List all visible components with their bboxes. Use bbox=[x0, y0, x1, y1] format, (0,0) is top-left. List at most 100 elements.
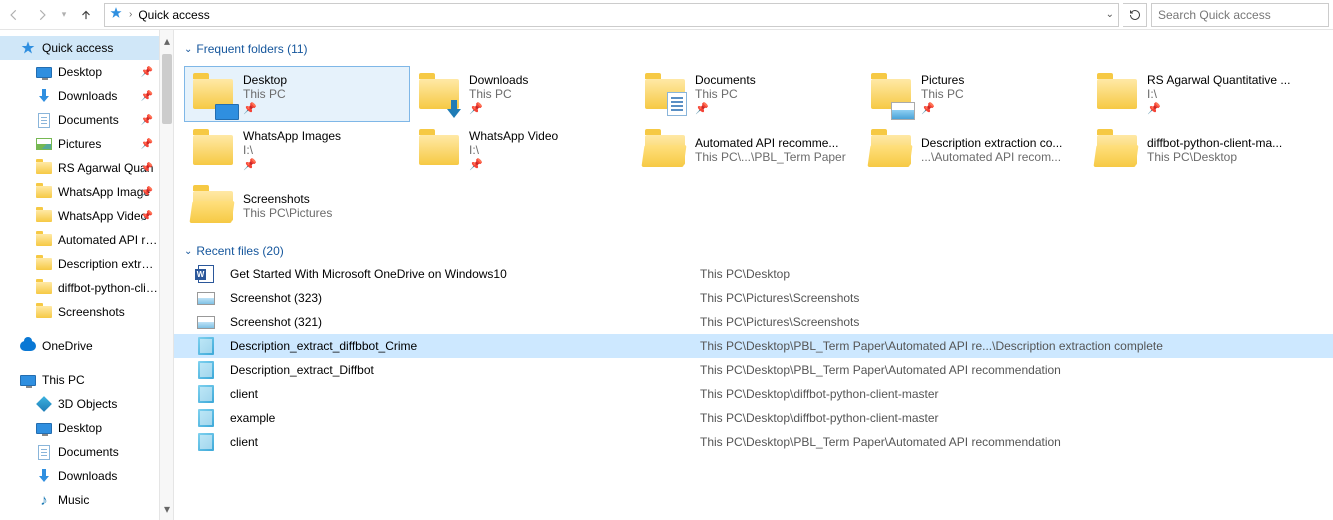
sidebar-thispc-item[interactable]: Documents bbox=[0, 440, 159, 464]
folder-name: Pictures bbox=[921, 73, 964, 87]
address-bar[interactable]: › Quick access ⌄ bbox=[104, 3, 1119, 27]
3d-icon bbox=[36, 396, 52, 412]
sidebar-item-label: diffbot-python-clien bbox=[58, 281, 159, 295]
section-title: Recent files (20) bbox=[196, 244, 283, 258]
sidebar-this-pc[interactable]: This PC bbox=[0, 368, 159, 392]
file-name: Description_extract_diffbbot_Crime bbox=[230, 339, 700, 353]
sidebar-item-label: Downloads bbox=[58, 89, 117, 103]
nav-back-button[interactable] bbox=[0, 1, 28, 29]
folder-icon bbox=[417, 128, 461, 172]
pin-icon: 📌 bbox=[141, 67, 153, 78]
sidebar-pinned-item[interactable]: RS Agarwal Quan📌 bbox=[0, 156, 159, 180]
file-type-icon bbox=[196, 336, 216, 356]
sidebar-thispc-item[interactable]: ♪Music bbox=[0, 488, 159, 512]
folder-icon bbox=[643, 128, 687, 172]
recent-file-row[interactable]: Get Started With Microsoft OneDrive on W… bbox=[174, 262, 1333, 286]
folder-tile[interactable]: DocumentsThis PC📌 bbox=[636, 66, 862, 122]
pin-icon: 📌 bbox=[469, 158, 558, 171]
folder-location: This PC\...\PBL_Term Paper bbox=[695, 150, 846, 164]
file-name: Get Started With Microsoft OneDrive on W… bbox=[230, 267, 700, 281]
scroll-down-icon[interactable]: ▾ bbox=[160, 502, 174, 516]
folder-tile[interactable]: WhatsApp ImagesI:\📌 bbox=[184, 122, 410, 178]
folder-icon bbox=[36, 304, 52, 320]
sidebar-quick-access[interactable]: Quick access bbox=[0, 36, 159, 60]
scroll-up-icon[interactable]: ▴ bbox=[160, 34, 174, 48]
folder-name: WhatsApp Video bbox=[469, 129, 558, 143]
folder-name: diffbot-python-client-ma... bbox=[1147, 136, 1282, 150]
file-path: This PC\Desktop\PBL_Term Paper\Automated… bbox=[700, 435, 1061, 449]
file-name: client bbox=[230, 387, 700, 401]
pin-icon: 📌 bbox=[141, 139, 153, 150]
refresh-button[interactable] bbox=[1123, 3, 1147, 27]
folder-tile[interactable]: WhatsApp VideoI:\📌 bbox=[410, 122, 636, 178]
nav-recent-dropdown[interactable]: ▾ bbox=[56, 1, 72, 29]
sidebar-pinned-item[interactable]: Downloads📌 bbox=[0, 84, 159, 108]
recent-file-row[interactable]: Screenshot (323)This PC\Pictures\Screens… bbox=[174, 286, 1333, 310]
search-placeholder: Search Quick access bbox=[1158, 8, 1271, 22]
folder-tile[interactable]: diffbot-python-client-ma...This PC\Deskt… bbox=[1088, 122, 1314, 178]
recent-files-header[interactable]: ⌄ Recent files (20) bbox=[174, 240, 1333, 262]
file-type-icon bbox=[196, 360, 216, 380]
sidebar-pinned-item[interactable]: Description extractio bbox=[0, 252, 159, 276]
folder-name: Automated API recomme... bbox=[695, 136, 846, 150]
folder-icon bbox=[191, 72, 235, 116]
sidebar-pinned-item[interactable]: WhatsApp Image📌 bbox=[0, 180, 159, 204]
file-name: example bbox=[230, 411, 700, 425]
sidebar-item-label: Desktop bbox=[58, 421, 102, 435]
sidebar-thispc-item[interactable]: Downloads bbox=[0, 464, 159, 488]
folder-icon bbox=[869, 128, 913, 172]
folder-tile[interactable]: Description extraction co......\Automate… bbox=[862, 122, 1088, 178]
nav-forward-button[interactable] bbox=[28, 1, 56, 29]
music-icon: ♪ bbox=[36, 492, 52, 508]
sidebar-pinned-item[interactable]: diffbot-python-clien bbox=[0, 276, 159, 300]
folder-tile[interactable]: DesktopThis PC📌 bbox=[184, 66, 410, 122]
sidebar-item-label: Documents bbox=[58, 445, 119, 459]
sidebar-item-label: Desktop bbox=[58, 65, 102, 79]
recent-file-row[interactable]: Description_extract_DiffbotThis PC\Deskt… bbox=[174, 358, 1333, 382]
folder-icon bbox=[36, 208, 52, 224]
scroll-thumb[interactable] bbox=[162, 54, 172, 124]
sidebar-item-label: RS Agarwal Quan bbox=[58, 161, 153, 175]
search-input[interactable]: Search Quick access bbox=[1151, 3, 1329, 27]
recent-file-row[interactable]: Description_extract_diffbbot_CrimeThis P… bbox=[174, 334, 1333, 358]
main-content: ⌄ Frequent folders (11) DesktopThis PC📌D… bbox=[174, 30, 1333, 520]
recent-file-row[interactable]: clientThis PC\Desktop\diffbot-python-cli… bbox=[174, 382, 1333, 406]
pc-icon bbox=[20, 372, 36, 388]
recent-file-row[interactable]: exampleThis PC\Desktop\diffbot-python-cl… bbox=[174, 406, 1333, 430]
monitor-icon bbox=[36, 64, 52, 80]
sidebar-pinned-item[interactable]: Automated API reco bbox=[0, 228, 159, 252]
sidebar-thispc-item[interactable]: 3D Objects bbox=[0, 392, 159, 416]
pin-icon: 📌 bbox=[695, 102, 756, 115]
file-path: This PC\Desktop bbox=[700, 267, 790, 281]
sidebar-thispc-item[interactable]: Desktop bbox=[0, 416, 159, 440]
folder-tile[interactable]: RS Agarwal Quantitative ...I:\📌 bbox=[1088, 66, 1314, 122]
frequent-folders-header[interactable]: ⌄ Frequent folders (11) bbox=[174, 38, 1333, 60]
address-history-dropdown[interactable]: ⌄ bbox=[1106, 9, 1114, 20]
file-name: Screenshot (321) bbox=[230, 315, 700, 329]
pin-icon: 📌 bbox=[141, 163, 153, 174]
pin-icon: 📌 bbox=[921, 102, 964, 115]
folder-tile[interactable]: ScreenshotsThis PC\Pictures bbox=[184, 178, 410, 234]
file-path: This PC\Desktop\diffbot-python-client-ma… bbox=[700, 411, 939, 425]
sidebar-pinned-item[interactable]: Documents📌 bbox=[0, 108, 159, 132]
nav-up-button[interactable] bbox=[72, 1, 100, 29]
folder-location: This PC bbox=[695, 87, 756, 101]
sidebar-item-label: WhatsApp Video bbox=[58, 209, 147, 223]
recent-file-row[interactable]: clientThis PC\Desktop\PBL_Term Paper\Aut… bbox=[174, 430, 1333, 454]
sidebar-pinned-item[interactable]: Screenshots bbox=[0, 300, 159, 324]
folder-tile[interactable]: Automated API recomme...This PC\...\PBL_… bbox=[636, 122, 862, 178]
monitor-icon bbox=[36, 420, 52, 436]
file-path: This PC\Pictures\Screenshots bbox=[700, 291, 859, 305]
breadcrumb-current[interactable]: Quick access bbox=[138, 8, 209, 22]
sidebar-scrollbar[interactable]: ▴ ▾ bbox=[160, 30, 174, 520]
sidebar-item-label: Automated API reco bbox=[58, 233, 159, 247]
sidebar-pinned-item[interactable]: Desktop 📌 bbox=[0, 60, 159, 84]
recent-file-row[interactable]: Screenshot (321)This PC\Pictures\Screens… bbox=[174, 310, 1333, 334]
section-title: Frequent folders (11) bbox=[196, 42, 307, 56]
sidebar-onedrive[interactable]: OneDrive bbox=[0, 334, 159, 358]
sidebar-pinned-item[interactable]: WhatsApp Video📌 bbox=[0, 204, 159, 228]
folder-tile[interactable]: DownloadsThis PC📌 bbox=[410, 66, 636, 122]
folder-tile[interactable]: PicturesThis PC📌 bbox=[862, 66, 1088, 122]
sidebar-pinned-item[interactable]: Pictures📌 bbox=[0, 132, 159, 156]
folder-name: Downloads bbox=[469, 73, 528, 87]
